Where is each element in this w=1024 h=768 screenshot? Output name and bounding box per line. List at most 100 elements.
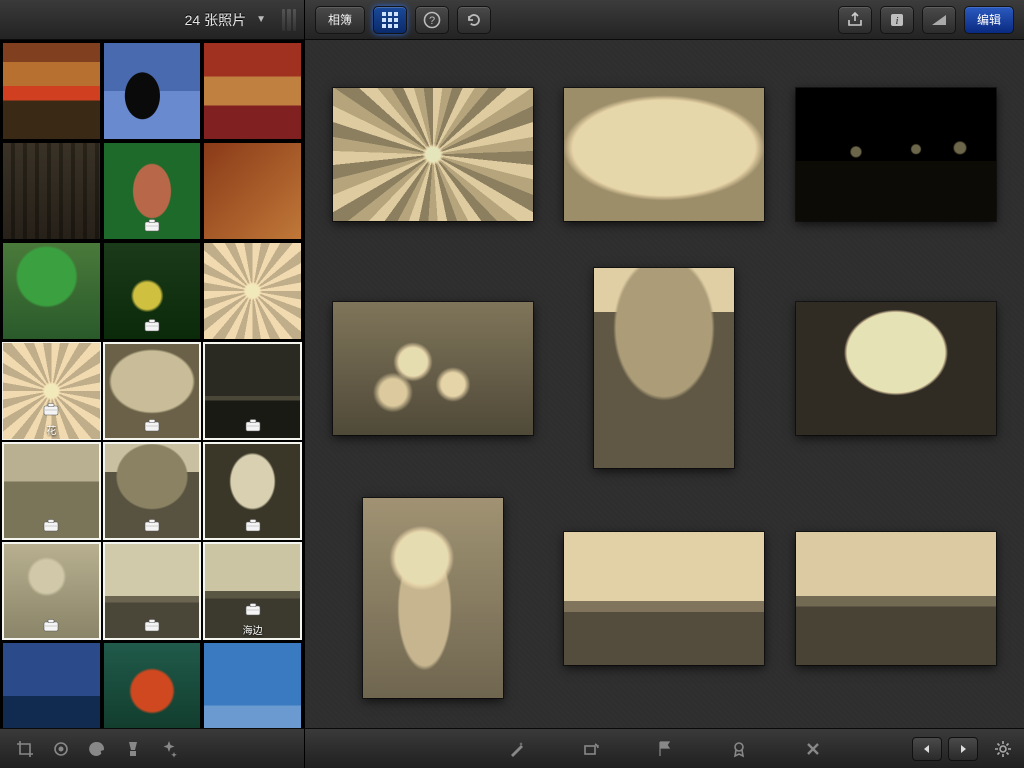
main-toolbar: 相簿 ? i 编辑: [305, 0, 1024, 40]
briefcase-icon: [144, 518, 160, 537]
sidebar: 24 张照片 ▼ 花海边: [0, 0, 305, 728]
photo[interactable]: [564, 88, 764, 221]
thumb-image: [204, 243, 301, 339]
undo-button[interactable]: [457, 6, 491, 34]
gear-icon: [993, 739, 1013, 759]
grid-view-button[interactable]: [373, 6, 407, 34]
flag-tool[interactable]: [654, 738, 676, 760]
briefcase-icon: [43, 618, 59, 637]
photo[interactable]: [796, 532, 996, 665]
thumb-overlay: [204, 518, 301, 537]
briefcase-icon: [245, 418, 261, 437]
fx-tool[interactable]: [158, 738, 180, 760]
sidebar-thumb[interactable]: [2, 42, 101, 140]
prev-button[interactable]: [912, 737, 942, 761]
thumb-caption: 海边: [243, 622, 263, 637]
photo-cell: [329, 268, 537, 468]
thumb-image: [3, 143, 100, 239]
thumb-overlay: [104, 518, 201, 537]
close-tool[interactable]: [802, 738, 824, 760]
sidebar-thumb[interactable]: [103, 142, 202, 240]
photo-image: [796, 532, 996, 665]
sidebar-thumb[interactable]: [203, 42, 302, 140]
palette-tool[interactable]: [86, 738, 108, 760]
settings-button[interactable]: [992, 738, 1014, 760]
photo-grid: [305, 40, 1024, 728]
badge-icon: [729, 739, 749, 759]
info-button[interactable]: i: [880, 6, 914, 34]
palette-icon: [87, 739, 107, 759]
share-icon: [846, 11, 864, 29]
svg-text:?: ?: [429, 15, 435, 27]
sidebar-resize-handle[interactable]: [282, 9, 296, 31]
photo[interactable]: [796, 88, 996, 221]
edit-button[interactable]: 编辑: [964, 6, 1014, 34]
photo-cell: [561, 70, 769, 238]
photo[interactable]: [333, 88, 533, 221]
photo-cell: [792, 70, 1000, 238]
help-button[interactable]: ?: [415, 6, 449, 34]
briefcase-icon: [43, 402, 59, 421]
sidebar-thumb[interactable]: [2, 442, 101, 540]
photo[interactable]: [363, 498, 503, 698]
crop-tool[interactable]: [14, 738, 36, 760]
thumb-overlay: [104, 618, 201, 637]
thumb-image: [204, 643, 301, 728]
sidebar-thumb[interactable]: [203, 242, 302, 340]
sidebar-thumb[interactable]: [103, 242, 202, 340]
close-icon: [803, 739, 823, 759]
sidebar-thumb[interactable]: [2, 642, 101, 728]
next-icon: [957, 743, 969, 755]
grid-icon: [381, 11, 399, 29]
photo-cell: [561, 268, 769, 468]
sidebar-thumb[interactable]: [203, 342, 302, 440]
photo[interactable]: [594, 268, 734, 468]
adjust-button[interactable]: [922, 6, 956, 34]
wand-tool[interactable]: [506, 738, 528, 760]
photo-image: [796, 302, 996, 435]
sidebar-thumb[interactable]: [2, 242, 101, 340]
back-button[interactable]: 相簿: [315, 6, 365, 34]
sidebar-thumb[interactable]: 海边: [203, 542, 302, 640]
photo[interactable]: [564, 532, 764, 665]
badge-tool[interactable]: [728, 738, 750, 760]
brush-tool[interactable]: [122, 738, 144, 760]
sidebar-thumb[interactable]: [103, 342, 202, 440]
share-button[interactable]: [838, 6, 872, 34]
sidebar-thumb[interactable]: [2, 542, 101, 640]
photo-cell: [792, 498, 1000, 698]
rotate-tool[interactable]: [580, 738, 602, 760]
sidebar-title: 24 张照片: [185, 10, 246, 30]
thumb-overlay: [3, 618, 100, 637]
sidebar-thumb[interactable]: [103, 542, 202, 640]
sidebar-thumb[interactable]: [2, 142, 101, 240]
sidebar-thumb[interactable]: [103, 442, 202, 540]
adjust-icon: [930, 11, 948, 29]
photo-cell: [329, 70, 537, 238]
sidebar-header[interactable]: 24 张照片 ▼: [0, 0, 304, 40]
sidebar-thumb[interactable]: [203, 142, 302, 240]
footer-center-tools: [305, 729, 1024, 768]
svg-text:i: i: [895, 15, 898, 27]
photo[interactable]: [333, 302, 533, 435]
exposure-tool[interactable]: [50, 738, 72, 760]
sidebar-thumb[interactable]: [203, 642, 302, 728]
sidebar-thumb[interactable]: [103, 642, 202, 728]
photo-image: [796, 88, 996, 221]
next-button[interactable]: [948, 737, 978, 761]
photo-image: [594, 268, 734, 468]
briefcase-icon: [144, 218, 160, 237]
photo-image: [564, 532, 764, 665]
thumb-overlay: [104, 418, 201, 437]
thumb-overlay: [204, 418, 301, 437]
footer-right-tools: [912, 737, 1014, 761]
sidebar-thumb[interactable]: 花: [2, 342, 101, 440]
photo[interactable]: [796, 302, 996, 435]
sidebar-thumb[interactable]: [103, 42, 202, 140]
photo-image: [333, 88, 533, 221]
thumb-caption: 花: [46, 422, 56, 437]
dropdown-arrow-icon: ▼: [256, 14, 266, 25]
photo-canvas[interactable]: [305, 40, 1024, 728]
thumb-image: [104, 643, 201, 728]
sidebar-thumb[interactable]: [203, 442, 302, 540]
